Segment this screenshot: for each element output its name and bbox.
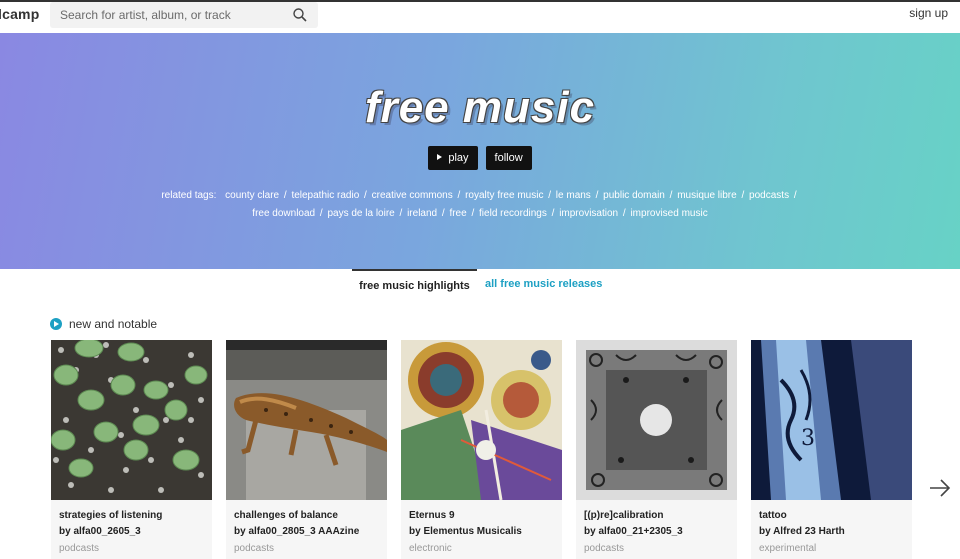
tag-link[interactable]: telepathic radio <box>291 190 359 201</box>
search-input[interactable] <box>50 2 290 28</box>
album-art[interactable] <box>401 340 562 500</box>
play-icon <box>437 154 443 161</box>
album-art[interactable] <box>51 340 212 500</box>
tag-link[interactable]: county clare <box>225 190 279 201</box>
album-card[interactable]: 3 tattoo by Alfred 23 Harth experimental <box>751 340 912 559</box>
svg-text:3: 3 <box>801 426 815 451</box>
tag-link[interactable]: improvisation <box>559 208 618 219</box>
album-title[interactable]: tattoo <box>759 510 787 521</box>
site-logo[interactable]: lcamp <box>0 6 39 22</box>
follow-button[interactable]: follow <box>485 146 532 170</box>
album-card[interactable]: strategies of listening by alfa00_2605_3… <box>51 340 212 559</box>
sign-up-link[interactable]: sign up <box>909 6 948 20</box>
search-box[interactable] <box>50 2 318 28</box>
tag-link[interactable]: podcasts <box>749 190 789 201</box>
tag-link[interactable]: creative commons <box>372 190 453 201</box>
album-genre[interactable]: podcasts <box>584 543 624 554</box>
next-arrow-icon[interactable] <box>928 476 952 500</box>
tag-link[interactable]: field recordings <box>479 208 547 219</box>
album-genre[interactable]: podcasts <box>234 543 274 554</box>
album-artist[interactable]: by alfa00_21+2305_3 <box>584 526 683 537</box>
album-art[interactable]: 3 <box>751 340 912 500</box>
play-button[interactable]: play <box>428 146 478 170</box>
album-artist[interactable]: by Elementus Musicalis <box>409 526 522 537</box>
search-icon[interactable] <box>292 7 308 23</box>
album-genre[interactable]: experimental <box>759 543 816 554</box>
tag-link[interactable]: free <box>449 208 466 219</box>
tag-link[interactable]: musique libre <box>677 190 736 201</box>
album-card[interactable]: Eternus 9 by Elementus Musicalis electro… <box>401 340 562 559</box>
tag-link[interactable]: public domain <box>603 190 665 201</box>
related-tags: related tags: county clare / telepathic … <box>161 190 797 219</box>
album-art[interactable] <box>226 340 387 500</box>
hero-banner: free music play follow related tags: cou… <box>0 33 960 269</box>
album-genre[interactable]: podcasts <box>59 543 99 554</box>
tag-link[interactable]: royalty free music <box>465 190 543 201</box>
album-artist[interactable]: by alfa00_2805_3 AAAzine <box>234 526 359 537</box>
album-carousel: strategies of listening by alfa00_2605_3… <box>51 340 921 559</box>
related-tags-label: related tags: <box>161 190 217 201</box>
tag-link[interactable]: free download <box>252 208 315 219</box>
album-artist[interactable]: by alfa00_2605_3 <box>59 526 141 537</box>
play-label: play <box>448 152 469 164</box>
tag-link[interactable]: le mans <box>556 190 591 201</box>
album-card[interactable]: [(p)re]calibration by alfa00_21+2305_3 p… <box>576 340 737 559</box>
tab-all-free-music-releases[interactable]: all free music releases <box>485 269 602 297</box>
play-circle-icon[interactable] <box>50 318 62 330</box>
album-genre[interactable]: electronic <box>409 543 452 554</box>
section-title: new and notable <box>69 317 158 331</box>
album-title[interactable]: challenges of balance <box>234 510 338 521</box>
hero-title: free music <box>364 83 596 132</box>
tag-link[interactable]: ireland <box>407 208 437 219</box>
album-title[interactable]: Eternus 9 <box>409 510 455 521</box>
album-card[interactable]: challenges of balance by alfa00_2805_3 A… <box>226 340 387 559</box>
album-title[interactable]: [(p)re]calibration <box>584 510 663 521</box>
tag-link[interactable]: pays de la loire <box>327 208 394 219</box>
tag-link[interactable]: improvised music <box>630 208 707 219</box>
tab-bar: free music highlights all free music rel… <box>0 269 960 297</box>
album-artist[interactable]: by Alfred 23 Harth <box>759 526 845 537</box>
album-title[interactable]: strategies of listening <box>59 510 162 521</box>
album-art[interactable] <box>576 340 737 500</box>
tab-free-music-highlights[interactable]: free music highlights <box>352 269 477 297</box>
hero-buttons: play follow <box>0 146 960 170</box>
top-bar: lcamp sign up <box>0 0 960 33</box>
